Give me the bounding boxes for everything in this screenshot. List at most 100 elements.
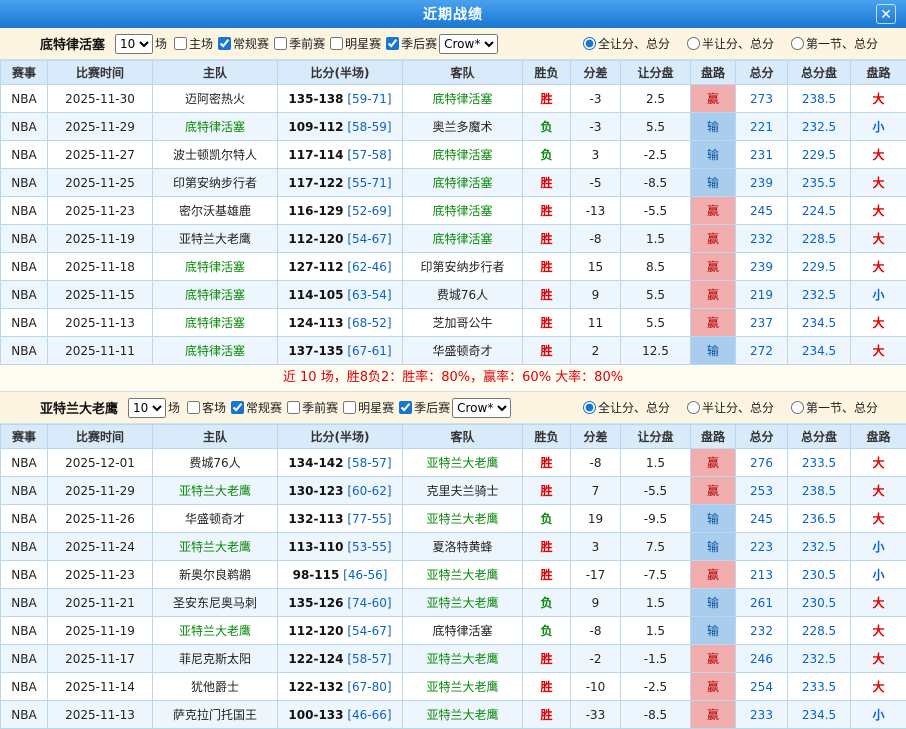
games-count-select[interactable]: 10 [115,34,153,54]
over-under-cell: 大 [851,505,906,533]
home-team-cell[interactable]: 菲尼克斯太阳 [153,645,278,673]
radio-input[interactable] [791,37,804,50]
away-team-cell[interactable]: 底特律活塞 [403,141,523,169]
table-row: NBA 2025-11-23 新奥尔良鹈鹕 98-115 [46-56] 亚特兰… [1,561,906,589]
score-cell: 109-112 [58-59] [278,113,403,141]
checkbox-input[interactable] [231,401,244,414]
handicap-line-cell: 1.5 [621,589,691,617]
home-team-cell[interactable]: 新奥尔良鹈鹕 [153,561,278,589]
home-team-cell[interactable]: 亚特兰大老鹰 [153,477,278,505]
col-header-score: 比分(半场) [278,61,403,85]
away-team-cell[interactable]: 底特律活塞 [403,225,523,253]
radio-input[interactable] [791,401,804,414]
col-header-score: 比分(半场) [278,425,403,449]
filter-checkbox[interactable]: 明星赛 [325,35,381,52]
filter-checkbox[interactable]: 季后赛 [381,35,437,52]
checkbox-input[interactable] [274,37,287,50]
away-team-cell[interactable]: 费城76人 [403,281,523,309]
checkbox-input[interactable] [174,37,187,50]
total-line-cell: 238.5 [788,85,851,113]
away-team-cell[interactable]: 亚特兰大老鹰 [403,561,523,589]
home-team-cell[interactable]: 印第安纳步行者 [153,169,278,197]
table-row: NBA 2025-11-27 波士顿凯尔特人 117-114 [57-58] 底… [1,141,906,169]
filter-checkbox[interactable]: 季前赛 [282,399,338,416]
away-team-cell[interactable]: 印第安纳步行者 [403,253,523,281]
radio-input[interactable] [583,401,596,414]
table-row: NBA 2025-11-15 底特律活塞 114-105 [63-54] 费城7… [1,281,906,309]
away-team-cell[interactable]: 克里夫兰骑士 [403,477,523,505]
handicap-result-cell: 输 [691,617,736,645]
checkbox-input[interactable] [187,401,200,414]
home-team-cell[interactable]: 底特律活塞 [153,281,278,309]
home-team-cell[interactable]: 波士顿凯尔特人 [153,141,278,169]
away-team-cell[interactable]: 芝加哥公牛 [403,309,523,337]
odds-company-select[interactable]: Crow* [439,34,498,54]
filter-checkbox[interactable]: 季前赛 [269,35,325,52]
checkbox-input[interactable] [287,401,300,414]
away-team-cell[interactable]: 亚特兰大老鹰 [403,505,523,533]
home-team-cell[interactable]: 密尔沃基雄鹿 [153,197,278,225]
close-icon[interactable]: ✕ [876,4,896,24]
radio-input[interactable] [687,401,700,414]
home-team-cell[interactable]: 亚特兰大老鹰 [153,225,278,253]
odds-company-select[interactable]: Crow* [452,398,511,418]
away-team-cell[interactable]: 亚特兰大老鹰 [403,673,523,701]
filter-checkbox[interactable]: 明星赛 [338,399,394,416]
home-team-cell[interactable]: 萨克拉门托国王 [153,701,278,729]
score-cell: 127-112 [62-46] [278,253,403,281]
away-team-cell[interactable]: 华盛顿奇才 [403,337,523,365]
home-team-cell[interactable]: 费城76人 [153,449,278,477]
checkbox-input[interactable] [399,401,412,414]
league-cell: NBA [1,337,48,365]
stat-type-radio[interactable]: 半让分、总分 [682,35,774,52]
home-team-cell[interactable]: 华盛顿奇才 [153,505,278,533]
games-count-select[interactable]: 10 [128,398,166,418]
checkbox-input[interactable] [218,37,231,50]
home-team-cell[interactable]: 亚特兰大老鹰 [153,533,278,561]
checkbox-input[interactable] [386,37,399,50]
filter-checkbox[interactable]: 主场 [169,35,213,52]
checkbox-input[interactable] [330,37,343,50]
stat-type-radio[interactable]: 全让分、总分 [578,399,670,416]
total-points-cell: 223 [736,533,788,561]
away-team-cell[interactable]: 底特律活塞 [403,169,523,197]
home-team-cell[interactable]: 圣安东尼奥马刺 [153,589,278,617]
point-diff-cell: 2 [571,337,621,365]
filter-checkbox[interactable]: 客场 [182,399,226,416]
handicap-line-cell: 1.5 [621,449,691,477]
half-score: [46-56] [343,568,387,582]
filter-checkbox[interactable]: 常规赛 [226,399,282,416]
final-score: 127-112 [288,260,343,274]
dialog-title: 近期战绩 [423,4,483,24]
away-team-cell[interactable]: 底特律活塞 [403,85,523,113]
home-team-cell[interactable]: 底特律活塞 [153,113,278,141]
date-cell: 2025-11-11 [48,337,153,365]
away-team-cell[interactable]: 亚特兰大老鹰 [403,701,523,729]
home-team-cell[interactable]: 亚特兰大老鹰 [153,617,278,645]
handicap-result-cell: 输 [691,169,736,197]
checkbox-input[interactable] [343,401,356,414]
away-team-cell[interactable]: 奥兰多魔术 [403,113,523,141]
home-team-cell[interactable]: 迈阿密热火 [153,85,278,113]
total-line-cell: 233.5 [788,673,851,701]
filter-checkbox[interactable]: 常规赛 [213,35,269,52]
away-team-cell[interactable]: 夏洛特黄蜂 [403,533,523,561]
stat-type-radio[interactable]: 第一节、总分 [786,35,878,52]
stat-type-radio[interactable]: 第一节、总分 [786,399,878,416]
away-team-cell[interactable]: 亚特兰大老鹰 [403,645,523,673]
radio-input[interactable] [687,37,700,50]
away-team-cell[interactable]: 亚特兰大老鹰 [403,589,523,617]
radio-input[interactable] [583,37,596,50]
away-team-cell[interactable]: 底特律活塞 [403,197,523,225]
away-team-cell[interactable]: 亚特兰大老鹰 [403,449,523,477]
home-team-cell[interactable]: 底特律活塞 [153,253,278,281]
home-team-cell[interactable]: 底特律活塞 [153,309,278,337]
result-cell: 胜 [523,281,571,309]
date-cell: 2025-11-21 [48,589,153,617]
away-team-cell[interactable]: 底特律活塞 [403,617,523,645]
home-team-cell[interactable]: 犹他爵士 [153,673,278,701]
stat-type-radio[interactable]: 全让分、总分 [578,35,670,52]
home-team-cell[interactable]: 底特律活塞 [153,337,278,365]
filter-checkbox[interactable]: 季后赛 [394,399,450,416]
stat-type-radio[interactable]: 半让分、总分 [682,399,774,416]
